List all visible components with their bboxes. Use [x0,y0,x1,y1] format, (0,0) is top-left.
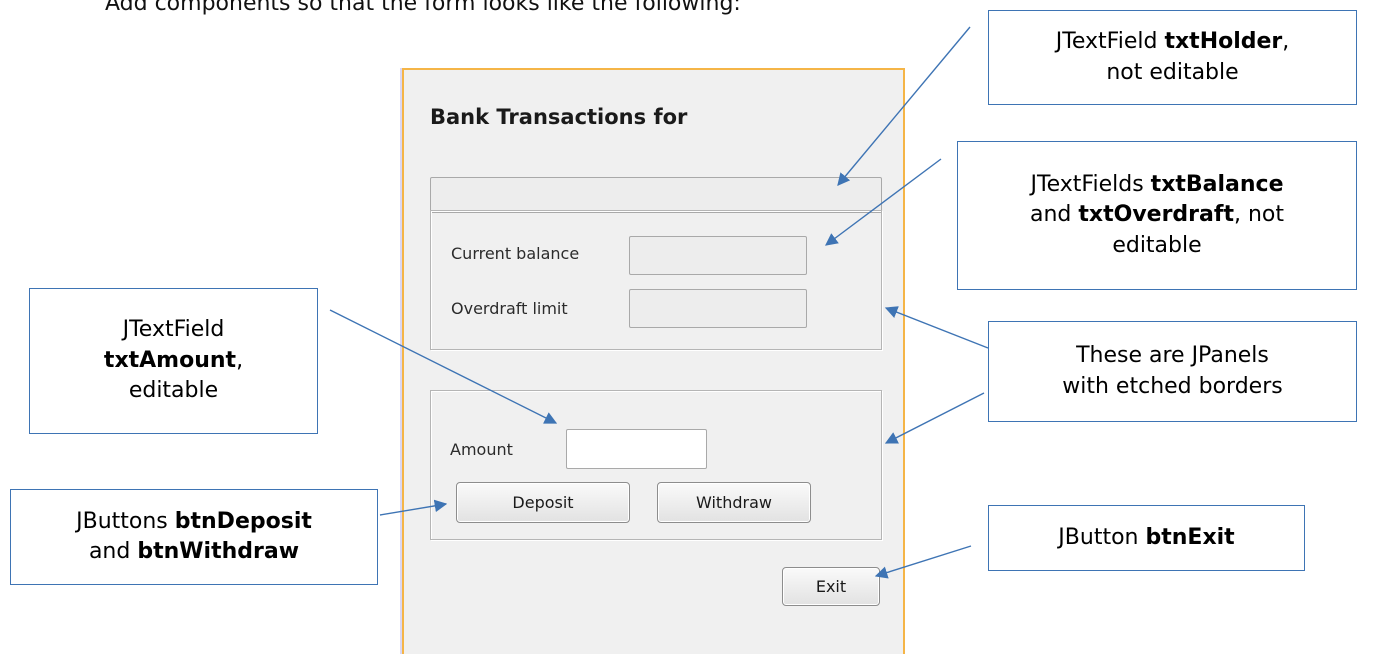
callout-arrows [329,26,989,579]
arrow-to-deposit-button [379,499,448,516]
arrow-to-balance-field [824,158,942,246]
arrow-to-balance-panel [884,306,989,349]
arrow-to-amount-panel [884,392,985,444]
arrow-to-amount-field [329,309,558,424]
arrow-to-holder-field [837,26,971,186]
arrow-to-exit-button [874,545,972,579]
